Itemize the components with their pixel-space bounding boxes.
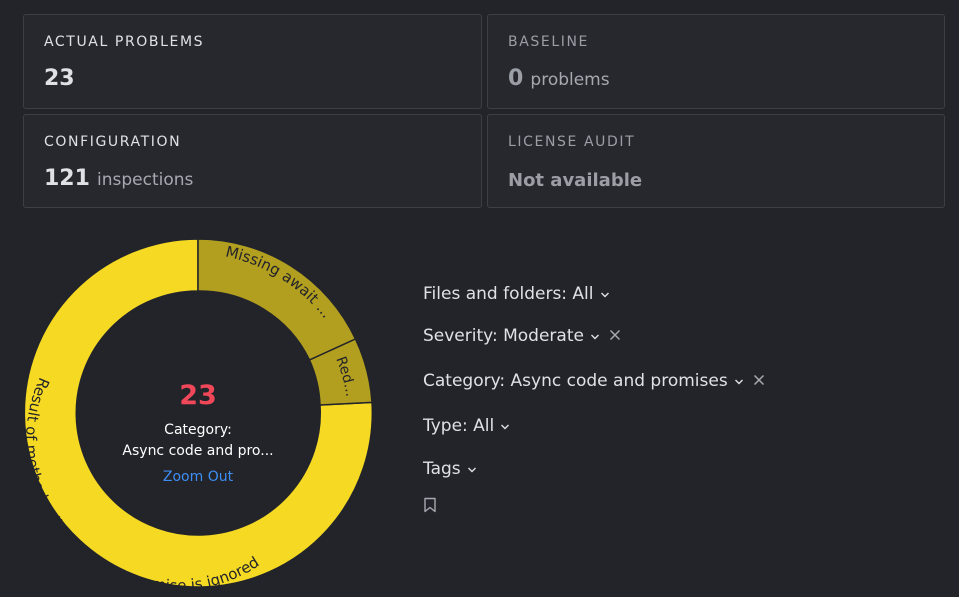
card-unit: inspections [97,170,194,190]
files-folders-filter[interactable]: Files and folders: All [423,284,610,304]
severity-filter[interactable]: Severity: Moderate [423,326,621,346]
bookmark-icon[interactable] [423,497,437,517]
card-value: 121 [44,166,90,191]
filter-label: Category: Async code and promises [423,371,728,391]
card-label: ACTUAL PROBLEMS [44,34,205,50]
close-icon[interactable] [609,326,621,346]
card-label: LICENSE AUDIT [508,134,636,150]
type-filter[interactable]: Type: All [423,416,510,436]
license-audit-card: LICENSE AUDIT Not available [487,114,945,208]
donut-center: 23 Category: Async code and pro... Zoom … [98,380,298,485]
filter-label: Files and folders: All [423,284,594,304]
center-category-label: Category: [164,422,232,438]
center-category-value: Async code and pro... [122,443,274,459]
baseline-card: BASELINE 0 problems [487,14,945,109]
center-category: Category: Async code and pro... [98,420,298,462]
center-count: 23 [179,380,217,411]
chevron-down-icon [600,284,610,304]
zoom-out-link[interactable]: Zoom Out [98,469,298,485]
card-unit: problems [530,70,610,90]
actual-problems-card[interactable]: ACTUAL PROBLEMS 23 [23,14,482,109]
close-icon[interactable] [753,371,765,391]
filter-label: Type: All [423,416,495,436]
filter-label: Tags [423,459,461,479]
card-label: BASELINE [508,34,589,50]
chevron-down-icon [734,371,744,391]
card-value: Not available [508,170,643,191]
category-filter[interactable]: Category: Async code and promises [423,371,765,391]
filter-label: Severity: Moderate [423,326,584,346]
segment-missing-await[interactable] [197,238,357,361]
card-label: CONFIGURATION [44,134,182,150]
chevron-down-icon [590,326,600,346]
chevron-down-icon [500,416,510,436]
chevron-down-icon [467,459,477,479]
card-value: 23 [44,66,75,91]
tags-filter[interactable]: Tags [423,459,477,479]
card-value: 0 [508,66,524,91]
configuration-card[interactable]: CONFIGURATION 121 inspections [23,114,482,208]
